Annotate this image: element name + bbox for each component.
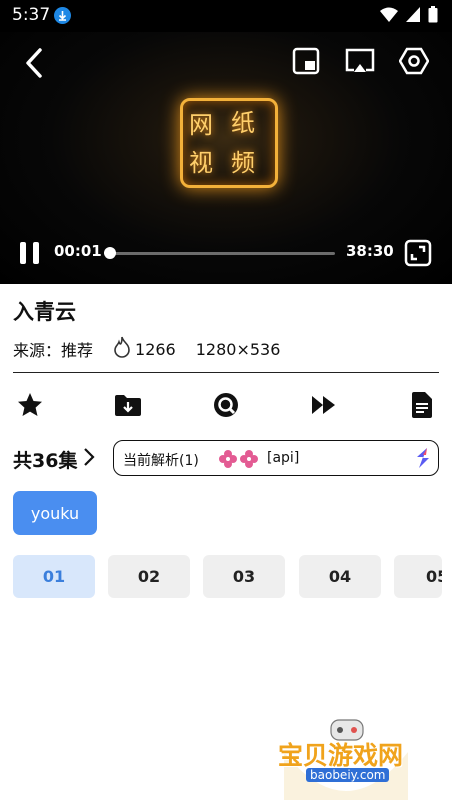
- parser-label: 当前解析(1): [123, 453, 199, 469]
- logo-char: 视: [189, 149, 213, 177]
- episode-count-button[interactable]: 共36集: [13, 446, 96, 473]
- settings-icon[interactable]: [398, 46, 430, 80]
- document-icon[interactable]: [405, 390, 439, 420]
- watermark-url: baobeiy.com: [306, 768, 390, 782]
- flower-icon: [218, 449, 260, 473]
- episode-button[interactable]: 05: [394, 555, 442, 598]
- fullscreen-icon[interactable]: [404, 239, 432, 271]
- parser-selector[interactable]: 当前解析(1) [api]: [113, 440, 439, 476]
- chevron-right-icon: [83, 446, 96, 473]
- download-notification-icon: [54, 7, 71, 24]
- fast-forward-icon[interactable]: [307, 390, 341, 420]
- resolution: 1280×536: [195, 339, 281, 359]
- duration: 38:30: [346, 242, 394, 260]
- seek-bar[interactable]: [103, 247, 335, 259]
- video-player[interactable]: 网 纸 视 频 00:01 38:30: [0, 32, 452, 284]
- source-label: 来源：推荐: [13, 341, 94, 360]
- battery-icon: [428, 6, 438, 27]
- signal-icon: [406, 7, 420, 26]
- video-title: 入青云: [13, 300, 76, 324]
- seek-handle[interactable]: [103, 247, 116, 259]
- logo-char: 频: [231, 149, 255, 177]
- episode-count-label: 共36集: [13, 450, 78, 472]
- favorite-star-icon[interactable]: [13, 390, 47, 420]
- parser-api: [api]: [267, 450, 300, 466]
- action-bar: [13, 390, 439, 420]
- search-play-icon[interactable]: [209, 390, 243, 420]
- divider: [13, 372, 439, 373]
- status-time: 5:37: [12, 5, 51, 25]
- episode-button[interactable]: 01: [13, 555, 95, 598]
- watermark: 宝贝游戏网 baobeiy.com: [276, 712, 416, 804]
- logo-char: 网: [189, 111, 213, 139]
- app-shortcut-icon: [414, 447, 432, 473]
- episode-button[interactable]: 04: [299, 555, 381, 598]
- channel-logo: 网 纸 视 频: [180, 98, 278, 188]
- episode-button[interactable]: 02: [108, 555, 190, 598]
- playback-controls: 00:01 38:30: [0, 232, 452, 272]
- back-icon[interactable]: [20, 46, 48, 84]
- cast-screen-icon[interactable]: [344, 46, 376, 80]
- hot-count: 1266: [135, 339, 176, 359]
- status-bar: 5:37: [0, 0, 452, 32]
- episode-button[interactable]: 03: [203, 555, 285, 598]
- wifi-icon: [380, 7, 398, 26]
- download-folder-icon[interactable]: [111, 390, 145, 420]
- picture-in-picture-icon[interactable]: [292, 46, 320, 80]
- source-tab-youku[interactable]: youku: [13, 491, 97, 535]
- watermark-text: 宝贝游戏网: [278, 741, 404, 770]
- current-time: 00:01: [54, 242, 102, 260]
- episode-label: 05: [426, 567, 442, 586]
- video-meta: 来源：推荐 1266 1280×536: [13, 336, 280, 362]
- logo-char: 纸: [231, 109, 255, 137]
- hot-flame-icon: [113, 336, 131, 362]
- pause-icon[interactable]: [18, 240, 42, 270]
